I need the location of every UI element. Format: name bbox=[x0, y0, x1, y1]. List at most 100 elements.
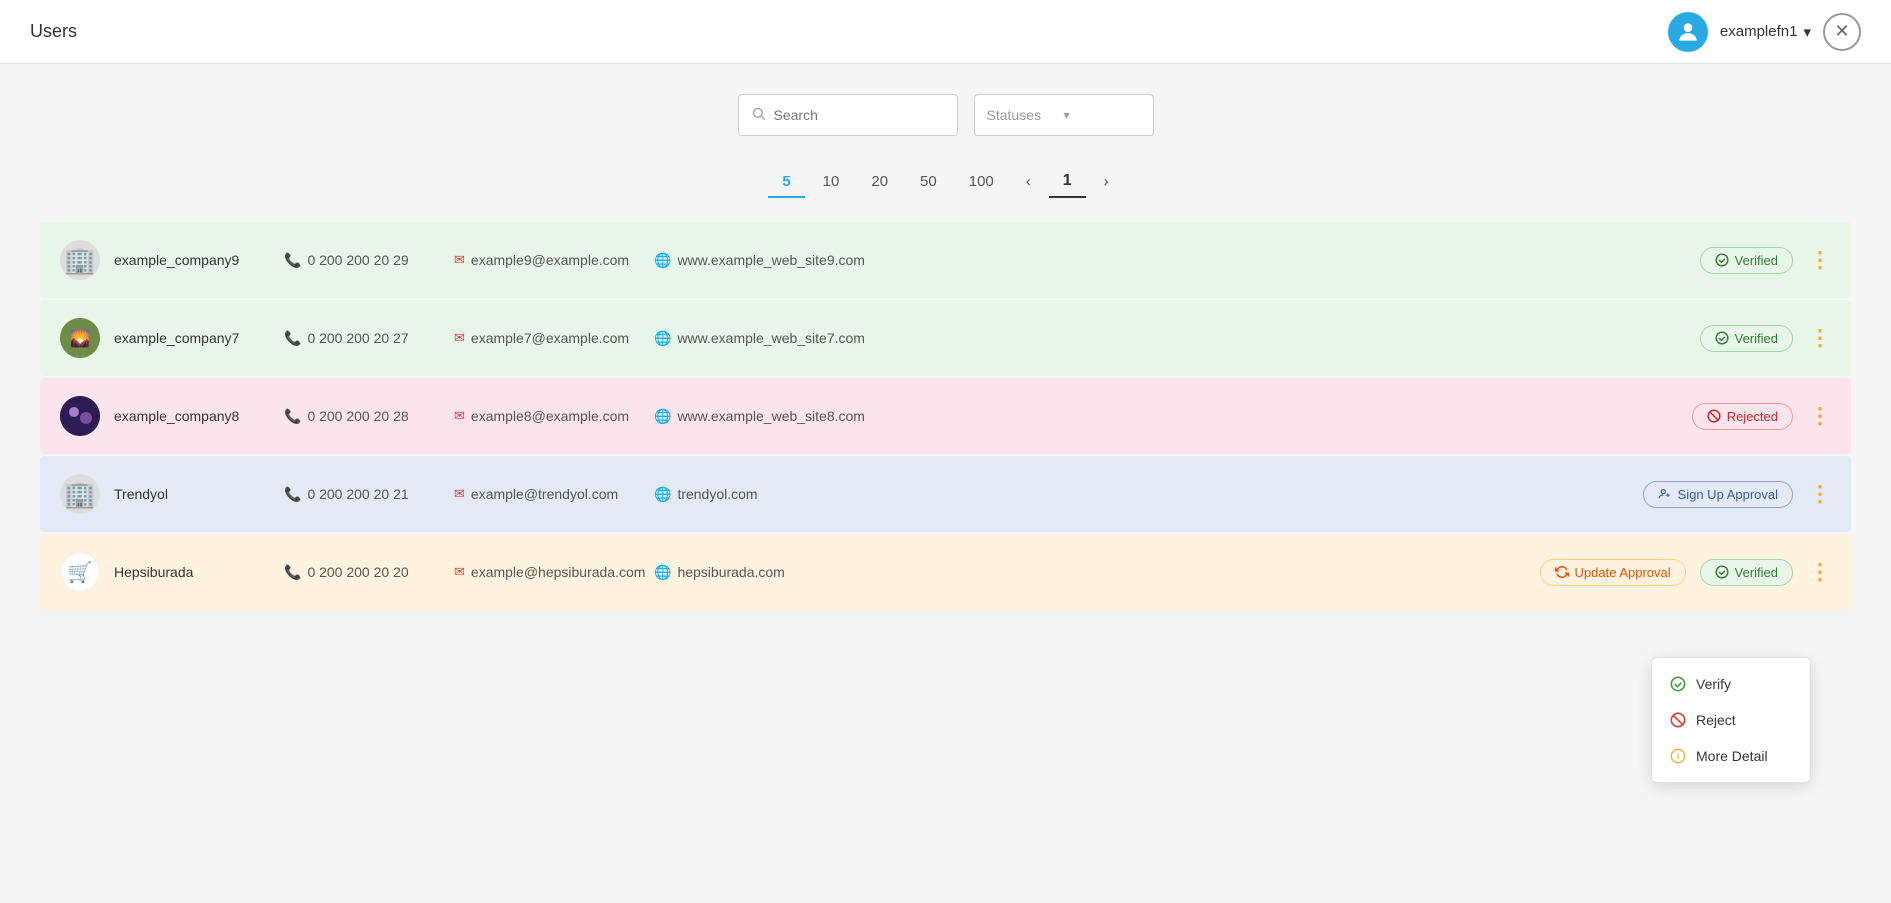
page-size-100[interactable]: 100 bbox=[955, 167, 1008, 198]
web-icon: 🌐 bbox=[654, 486, 671, 503]
status-badge: Verified bbox=[1700, 247, 1793, 274]
email: ✉ example9@example.com bbox=[454, 252, 654, 268]
email-icon: ✉ bbox=[454, 408, 465, 424]
context-menu: Verify Reject i More Detail bbox=[1651, 657, 1811, 783]
main-content: Statuses ▾ 5 10 20 50 100 ‹ 1 › 🏢 exampl… bbox=[0, 64, 1891, 642]
context-verify[interactable]: Verify bbox=[1652, 666, 1810, 702]
website-url: www.example_web_site8.com bbox=[677, 408, 865, 424]
company-logo bbox=[60, 396, 100, 436]
chevron-down-icon: ▾ bbox=[1803, 23, 1811, 41]
username-label: examplefn1 bbox=[1720, 23, 1798, 40]
status-area: Verified bbox=[1493, 325, 1793, 352]
company-name: Hepsiburada bbox=[114, 564, 284, 580]
pagination: 5 10 20 50 100 ‹ 1 › bbox=[40, 166, 1851, 198]
status-badge: Verified bbox=[1700, 325, 1793, 352]
page-size-20[interactable]: 20 bbox=[857, 167, 902, 198]
company-name: example_company9 bbox=[114, 252, 284, 268]
phone-icon: 📞 bbox=[284, 330, 301, 347]
more-options-button[interactable]: ⋮ bbox=[1809, 325, 1831, 351]
company-logo: 🌄 bbox=[60, 318, 100, 358]
table-row: 🏢 example_company9 📞 0 200 200 20 29 ✉ e… bbox=[40, 222, 1851, 298]
web-icon: 🌐 bbox=[654, 252, 671, 269]
email-address: example@trendyol.com bbox=[471, 486, 618, 502]
company-logo: 🏢 bbox=[60, 474, 100, 514]
email: ✉ example7@example.com bbox=[454, 330, 654, 346]
phone: 📞 0 200 200 20 20 bbox=[284, 564, 454, 581]
status-area: Sign Up Approval bbox=[1493, 481, 1793, 508]
context-reject-label: Reject bbox=[1696, 712, 1736, 728]
page-size-10[interactable]: 10 bbox=[809, 167, 854, 198]
company-logo: 🏢 bbox=[60, 240, 100, 280]
status-area: Rejected bbox=[1493, 403, 1793, 430]
phone-number: 0 200 200 20 20 bbox=[307, 564, 408, 580]
email: ✉ example@trendyol.com bbox=[454, 486, 654, 502]
current-page: 1 bbox=[1049, 166, 1086, 198]
table-row: 🏢 Trendyol 📞 0 200 200 20 21 ✉ example@t… bbox=[40, 456, 1851, 532]
phone: 📞 0 200 200 20 28 bbox=[284, 408, 454, 425]
statuses-dropdown[interactable]: Statuses ▾ bbox=[974, 94, 1154, 136]
web-icon: 🌐 bbox=[654, 330, 671, 347]
web-icon: 🌐 bbox=[654, 564, 671, 581]
phone: 📞 0 200 200 20 27 bbox=[284, 330, 454, 347]
context-detail[interactable]: i More Detail bbox=[1652, 738, 1810, 774]
company-name: Trendyol bbox=[114, 486, 284, 502]
page-size-5[interactable]: 5 bbox=[768, 167, 804, 198]
website: 🌐 hepsiburada.com bbox=[654, 564, 1493, 581]
web-icon: 🌐 bbox=[654, 408, 671, 425]
phone: 📞 0 200 200 20 29 bbox=[284, 252, 454, 269]
prev-page[interactable]: ‹ bbox=[1012, 167, 1045, 198]
svg-text:🌄: 🌄 bbox=[70, 329, 90, 348]
email-icon: ✉ bbox=[454, 252, 465, 268]
status-badge-update: Update Approval bbox=[1540, 559, 1686, 586]
avatar bbox=[1668, 12, 1708, 52]
email-address: example@hepsiburada.com bbox=[471, 564, 646, 580]
company-logo: 🛒 bbox=[60, 552, 100, 592]
phone-icon: 📞 bbox=[284, 486, 301, 503]
page-title: Users bbox=[30, 21, 77, 42]
phone-icon: 📞 bbox=[284, 564, 301, 581]
more-options-button[interactable]: ⋮ bbox=[1809, 247, 1831, 273]
email-address: example9@example.com bbox=[471, 252, 629, 268]
website: 🌐 www.example_web_site9.com bbox=[654, 252, 1493, 269]
username-button[interactable]: examplefn1 ▾ bbox=[1720, 23, 1811, 41]
search-input[interactable] bbox=[774, 107, 945, 123]
search-icon bbox=[751, 106, 766, 124]
email-address: example7@example.com bbox=[471, 330, 629, 346]
phone-icon: 📞 bbox=[284, 252, 301, 269]
company-name: example_company7 bbox=[114, 330, 284, 346]
status-badge: Rejected bbox=[1692, 403, 1793, 430]
context-verify-label: Verify bbox=[1696, 676, 1731, 692]
email: ✉ example8@example.com bbox=[454, 408, 654, 424]
email-icon: ✉ bbox=[454, 330, 465, 346]
context-reject[interactable]: Reject bbox=[1652, 702, 1810, 738]
email-address: example8@example.com bbox=[471, 408, 629, 424]
statuses-label: Statuses bbox=[987, 107, 1064, 123]
status-label: Sign Up Approval bbox=[1678, 487, 1778, 502]
website-url: www.example_web_site9.com bbox=[677, 252, 865, 268]
table-row: 🌄 example_company7 📞 0 200 200 20 27 ✉ e… bbox=[40, 300, 1851, 376]
website-url: www.example_web_site7.com bbox=[677, 330, 865, 346]
status-label: Rejected bbox=[1727, 409, 1778, 424]
status-label: Verified bbox=[1735, 331, 1778, 346]
phone: 📞 0 200 200 20 21 bbox=[284, 486, 454, 503]
website: 🌐 trendyol.com bbox=[654, 486, 1493, 503]
close-button[interactable]: ✕ bbox=[1823, 13, 1861, 51]
phone-number: 0 200 200 20 21 bbox=[307, 486, 408, 502]
email-icon: ✉ bbox=[454, 564, 465, 580]
more-options-button[interactable]: ⋮ bbox=[1809, 481, 1831, 507]
website-url: hepsiburada.com bbox=[677, 564, 784, 580]
users-table: 🏢 example_company9 📞 0 200 200 20 29 ✉ e… bbox=[40, 222, 1851, 610]
email-icon: ✉ bbox=[454, 486, 465, 502]
phone-number: 0 200 200 20 29 bbox=[307, 252, 408, 268]
website: 🌐 www.example_web_site7.com bbox=[654, 330, 1493, 347]
next-page[interactable]: › bbox=[1090, 167, 1123, 198]
page-size-50[interactable]: 50 bbox=[906, 167, 951, 198]
status-label: Verified bbox=[1735, 253, 1778, 268]
company-name: example_company8 bbox=[114, 408, 284, 424]
table-row: example_company8 📞 0 200 200 20 28 ✉ exa… bbox=[40, 378, 1851, 454]
more-options-button[interactable]: ⋮ bbox=[1809, 559, 1831, 585]
chevron-down-icon: ▾ bbox=[1064, 108, 1141, 122]
context-detail-label: More Detail bbox=[1696, 748, 1768, 764]
more-options-button[interactable]: ⋮ bbox=[1809, 403, 1831, 429]
search-area: Statuses ▾ bbox=[40, 94, 1851, 136]
